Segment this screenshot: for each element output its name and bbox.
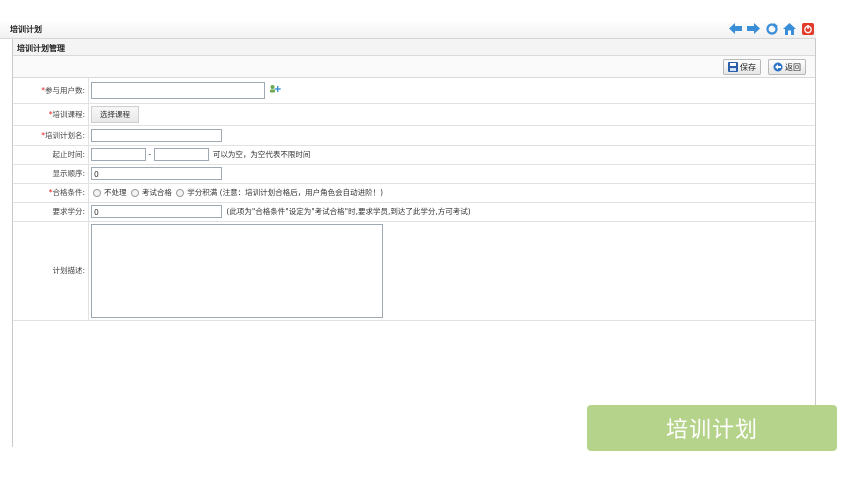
home-icon[interactable]: [783, 22, 796, 35]
date-separator: -: [148, 149, 152, 159]
row-period: 起止时间: - 可以为空，为空代表不限时间: [13, 145, 815, 165]
save-icon: [728, 62, 738, 72]
description-textarea[interactable]: [91, 223, 383, 318]
back-arrow-icon[interactable]: [729, 22, 742, 35]
start-date-input[interactable]: [91, 148, 146, 161]
row-display-order: 显示顺序: 0: [13, 164, 815, 184]
panel-title: 培训计划管理: [17, 44, 65, 53]
end-date-input[interactable]: [153, 148, 209, 161]
row-description: 计划描述:: [13, 221, 815, 321]
top-bar: 培训计划: [0, 20, 816, 39]
plan-form: *参与用户数: *培训课程: 选择课程 *培训计划名: 起止时间: - 可以为空…: [13, 78, 815, 321]
radio-no-process[interactable]: [93, 189, 101, 197]
back-button[interactable]: 返回: [768, 59, 806, 75]
back-button-label: 返回: [785, 62, 801, 72]
radio-exam-pass[interactable]: [130, 189, 139, 197]
required-credits-input[interactable]: 0: [91, 205, 222, 218]
forward-arrow-icon[interactable]: [747, 22, 760, 35]
period-label: 起止时间:: [13, 145, 89, 165]
save-button-label: 保存: [740, 62, 756, 72]
description-label: 计划描述:: [13, 221, 89, 321]
row-required-credits: 要求学分: 0 (此项为"合格条件"设定为"考试合格"时,要求学员,到达了此学分…: [13, 202, 815, 222]
option-no-process-label: 不处理: [104, 188, 127, 197]
participants-input[interactable]: [91, 81, 265, 99]
row-courses: *培训课程: 选择课程: [13, 103, 815, 126]
form-toolbar: 保存 返回: [13, 56, 815, 78]
watermark-label: 培训计划: [587, 405, 837, 451]
refresh-icon[interactable]: [765, 22, 778, 35]
courses-label: 培训课程:: [52, 109, 85, 119]
top-toolbar: [729, 22, 814, 35]
radio-credits-full[interactable]: [176, 189, 185, 197]
plan-name-label: 培训计划名:: [44, 130, 85, 140]
display-order-input[interactable]: 0: [91, 167, 222, 180]
display-order-label: 显示顺序:: [13, 164, 89, 184]
row-participants: *参与用户数:: [13, 78, 815, 104]
required-credits-label: 要求学分:: [13, 202, 89, 222]
pass-condition-note: (注意：培训计划合格后，用户角色会自动进阶！): [219, 188, 384, 197]
power-icon[interactable]: [801, 22, 814, 35]
row-pass-condition: *合格条件: 不处理 考试合格 学分积满 (注意：培训计划合格后，用户角色会自动…: [13, 183, 815, 203]
pass-condition-label: 合格条件:: [52, 188, 85, 197]
option-credits-full-label: 学分积满: [187, 188, 218, 197]
participants-label: 参与用户数:: [44, 85, 85, 95]
save-button[interactable]: 保存: [723, 59, 761, 75]
option-exam-pass-label: 考试合格: [141, 188, 172, 197]
return-icon: [773, 62, 783, 72]
select-course-button[interactable]: 选择课程: [91, 105, 139, 123]
page-title: 培训计划: [10, 25, 42, 34]
row-plan-name: *培训计划名:: [13, 125, 815, 146]
required-credits-hint: (此项为"合格条件"设定为"考试合格"时,要求学员,到达了此学分,方可考试): [226, 206, 471, 216]
plan-name-input[interactable]: [91, 128, 222, 142]
panel-header: 培训计划管理: [13, 39, 815, 56]
add-user-icon[interactable]: [269, 84, 282, 96]
main-panel: 培训计划管理 保存 返回 *参与用户数: *培训课程: 选择课程 *培训计划名:…: [12, 39, 816, 447]
period-hint: 可以为空，为空代表不限时间: [212, 149, 311, 159]
